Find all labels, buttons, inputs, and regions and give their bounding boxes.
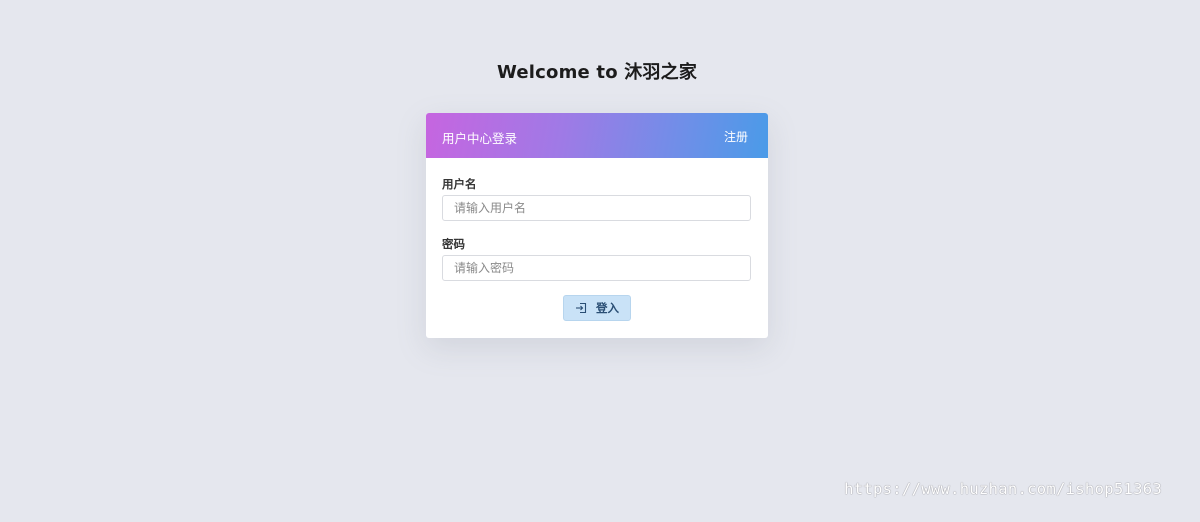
page-title: Welcome to 沐羽之家 — [496, 62, 698, 83]
login-page: Welcome to 沐羽之家 用户中心登录 注册 用户名 密码 登入 http… — [0, 0, 1200, 522]
username-input[interactable] — [442, 195, 751, 221]
sign-in-icon — [575, 302, 587, 314]
username-label: 用户名 — [442, 177, 477, 191]
register-link[interactable]: 注册 — [724, 128, 748, 145]
login-card-header: 用户中心登录 注册 — [426, 113, 768, 158]
login-button[interactable]: 登入 — [563, 295, 631, 321]
login-button-label: 登入 — [596, 301, 619, 315]
login-card: 用户中心登录 注册 用户名 密码 登入 — [426, 113, 768, 338]
watermark-url: https://www.huzhan.com/ishop51363 — [844, 480, 1162, 498]
login-card-title: 用户中心登录 — [442, 131, 518, 146]
password-label: 密码 — [442, 237, 465, 251]
password-input[interactable] — [442, 255, 751, 281]
